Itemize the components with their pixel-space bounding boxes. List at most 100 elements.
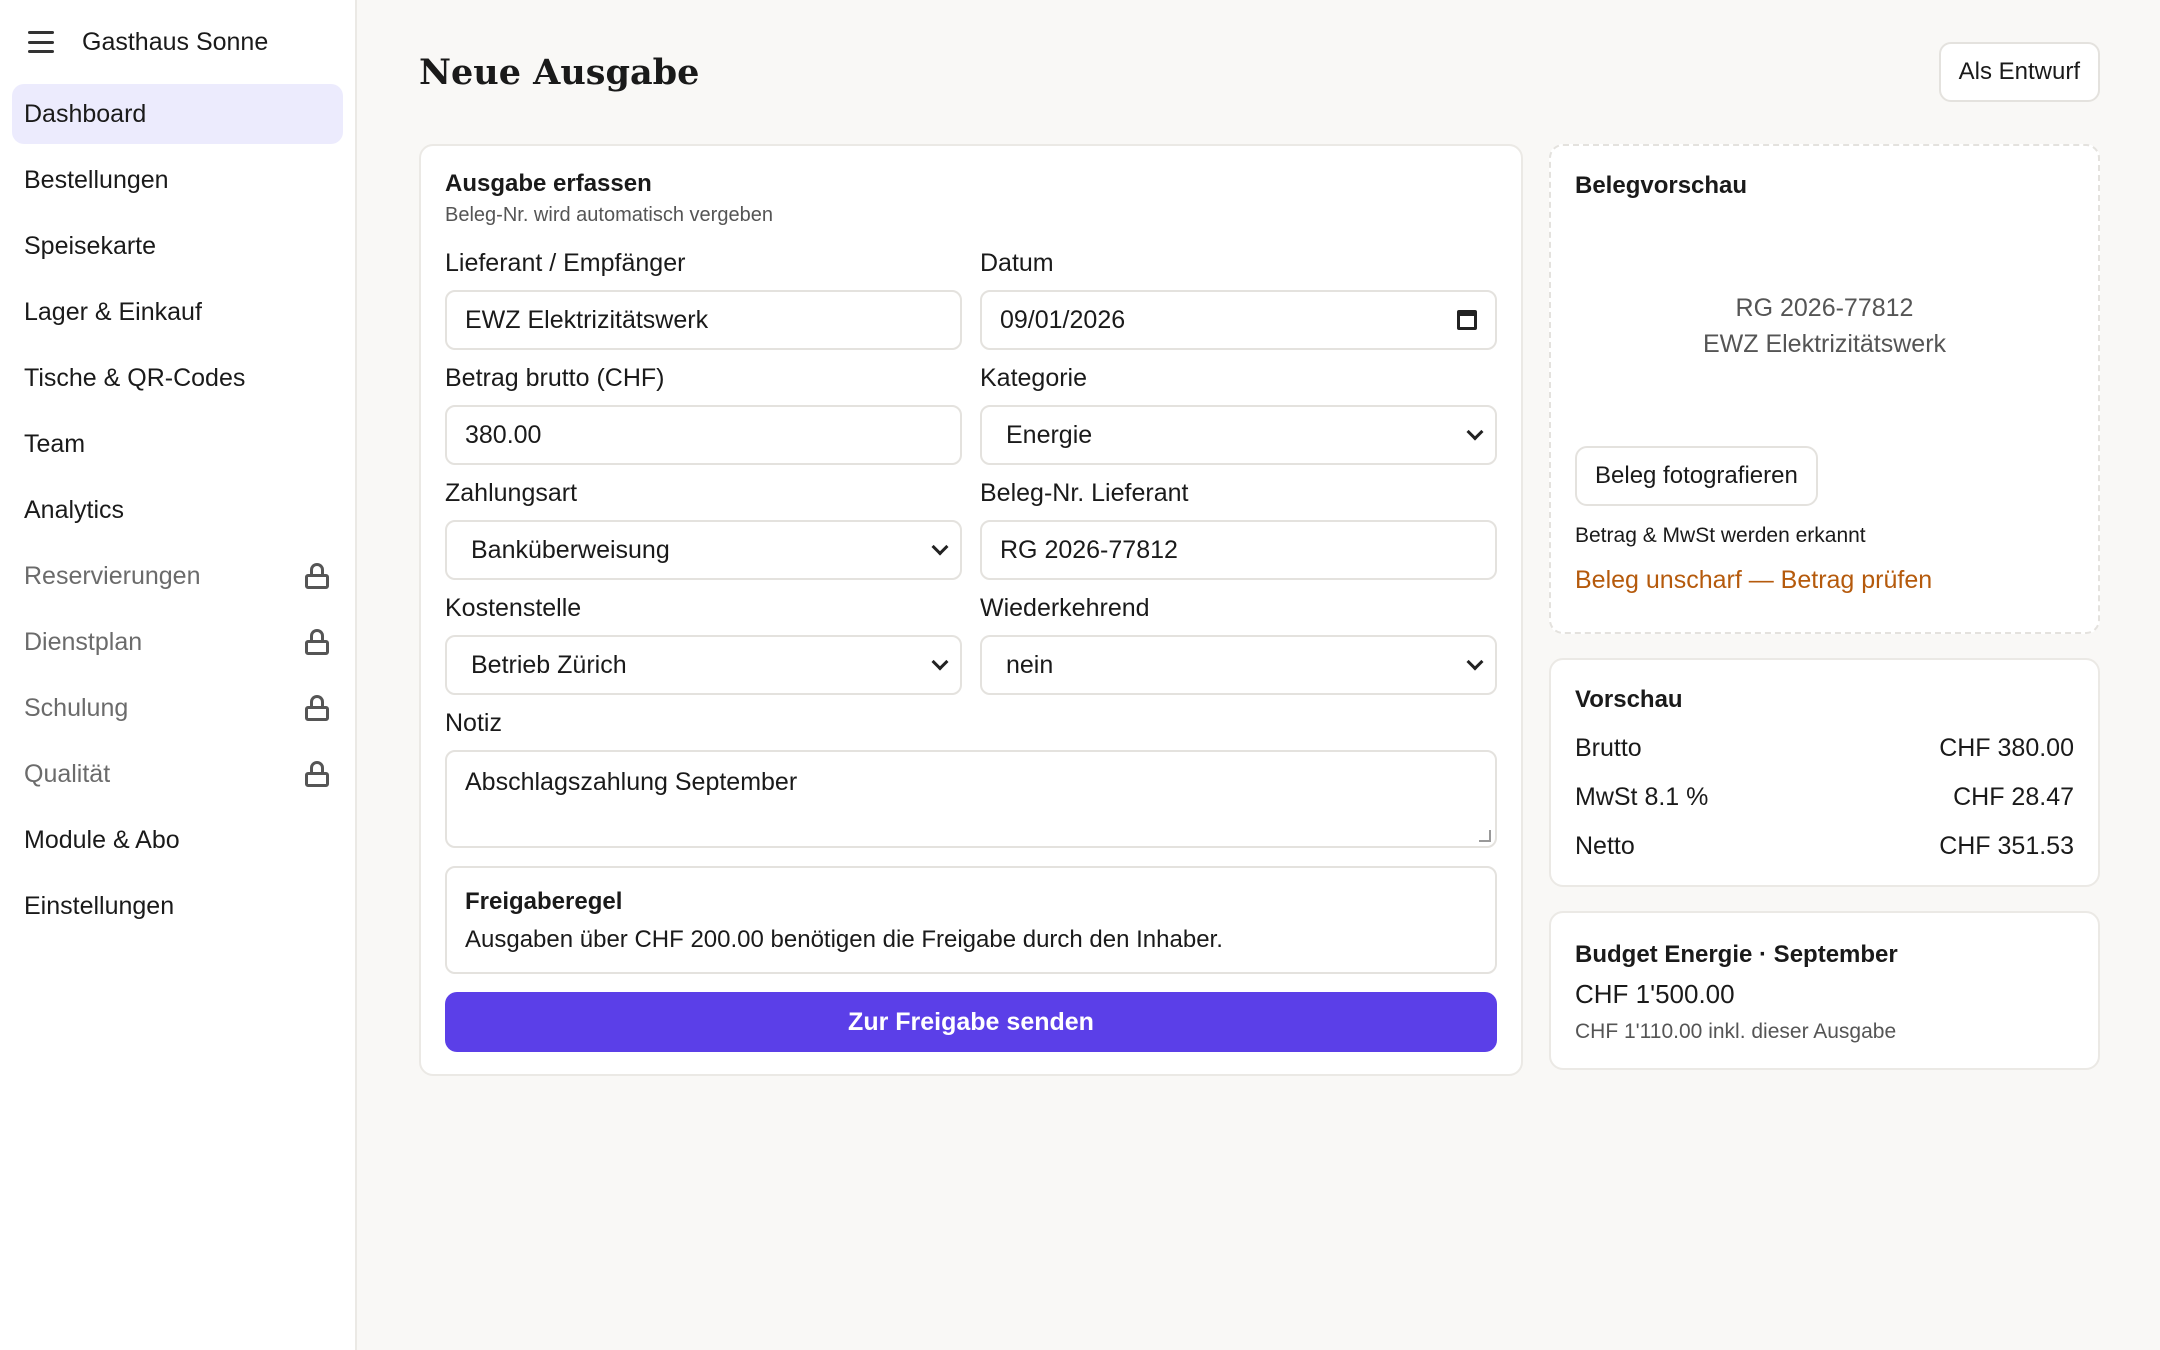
sidebar-item-dashboard[interactable]: Dashboard: [12, 84, 343, 144]
resize-handle-icon[interactable]: [1479, 830, 1491, 842]
supplier-label: Lieferant / Empfänger: [445, 249, 686, 277]
category-label: Kategorie: [980, 364, 1088, 392]
expense-form-card: Ausgabe erfassen Beleg-Nr. wird automati…: [419, 144, 1523, 1076]
category-select[interactable]: Energie: [980, 405, 1497, 465]
date-input[interactable]: 09/01/2026: [980, 290, 1497, 350]
sidebar-item-module[interactable]: Module & Abo: [12, 810, 343, 870]
note-value: Abschlagszahlung September: [465, 768, 798, 796]
receipt-value: RG 2026-77812: [1000, 535, 1178, 564]
receipt-preview-title: Belegvorschau: [1575, 172, 1748, 199]
page-title: Neue Ausgabe: [419, 51, 700, 93]
chevron-down-icon: [1466, 653, 1484, 671]
sidebar-item-label: Bestellungen: [24, 165, 169, 194]
receipt-label: Beleg-Nr. Lieferant: [980, 479, 1189, 507]
gross-label: Brutto: [1575, 734, 1642, 762]
ocr-hint: Betrag & MwSt werden erkannt: [1575, 524, 1866, 547]
receipt-doc-number: RG 2026-77812: [1735, 294, 1914, 322]
budget-amount: CHF 1'500.00: [1575, 979, 1735, 1009]
supplier-field-group: Lieferant / Empfänger EWZ Elektrizitätsw…: [445, 249, 962, 350]
summary-row-vat: MwSt 8.1 % CHF 28.47: [1575, 783, 2074, 812]
lock-icon: [305, 629, 329, 655]
summary-card: Vorschau Brutto CHF 380.00 MwSt 8.1 % CHF …: [1549, 658, 2100, 887]
submit-approval-button[interactable]: Zur Freigabe senden: [445, 992, 1497, 1052]
sidebar-item-label: Schulung: [24, 693, 129, 722]
receipt-preview-card: Belegvorschau RG 2026-77812 EWZ Elektriz…: [1549, 144, 2100, 634]
note-field-group: Notiz Abschlagszahlung September: [445, 709, 1497, 848]
sidebar-item-einstellungen[interactable]: Einstellungen: [12, 876, 343, 936]
sidebar-item-reservierungen[interactable]: Reservierungen: [12, 546, 343, 606]
approval-rule-box: Freigaberegel Ausgaben über CHF 200.00 b…: [445, 866, 1497, 974]
chevron-down-icon: [931, 653, 949, 671]
form-subtitle: Beleg-Nr. wird automatisch vergeben: [445, 204, 773, 226]
vat-label: MwSt 8.1 %: [1575, 783, 1709, 811]
costcenter-select[interactable]: Betrieb Zürich: [445, 635, 962, 695]
sidebar-item-dienstplan[interactable]: Dienstplan: [12, 612, 343, 672]
summary-title: Vorschau: [1575, 686, 1683, 713]
sidebar-item-speisekarte[interactable]: Speisekarte: [12, 216, 343, 276]
sidebar-item-label: Team: [24, 429, 86, 458]
receipt-preview-document: RG 2026-77812 EWZ Elektrizitätswerk: [1575, 290, 2074, 362]
sidebar-item-team[interactable]: Team: [12, 414, 343, 474]
sidebar-item-lager[interactable]: Lager & Einkauf: [12, 282, 343, 342]
payment-label: Zahlungsart: [445, 479, 578, 507]
side-column: Belegvorschau RG 2026-77812 EWZ Elektriz…: [1549, 144, 2100, 1070]
payment-select[interactable]: Banküberweisung: [445, 520, 962, 580]
vat-value: CHF 28.47: [1953, 783, 2074, 811]
category-field-group: Kategorie Energie: [980, 364, 1497, 465]
budget-sub: CHF 1'110.00 inkl. dieser Ausgabe: [1575, 1020, 1897, 1043]
budget-card: Budget Energie · September CHF 1'500.00 …: [1549, 911, 2100, 1070]
sidebar-item-label: Module & Abo: [24, 825, 180, 854]
app-root: Gasthaus Sonne Dashboard Bestellungen Sp…: [0, 0, 2160, 1350]
date-field-group: Datum 09/01/2026: [980, 249, 1497, 350]
calendar-icon[interactable]: [1457, 310, 1477, 330]
sidebar-item-qualitaet[interactable]: Qualität: [12, 744, 343, 804]
brand-name: Gasthaus Sonne: [82, 27, 269, 56]
main-content: Neue Ausgabe Als Entwurf Ausgabe erfasse…: [357, 0, 2160, 1350]
sidebar-item-tische[interactable]: Tische & QR-Codes: [12, 348, 343, 408]
supplier-value: EWZ Elektrizitätswerk: [465, 305, 709, 334]
recurring-select[interactable]: nein: [980, 635, 1497, 695]
sidebar-nav: Dashboard Bestellungen Speisekarte Lager…: [12, 84, 343, 936]
page-header: Neue Ausgabe Als Entwurf: [419, 0, 2100, 144]
sidebar-item-bestellungen[interactable]: Bestellungen: [12, 150, 343, 210]
receipt-field-group: Beleg-Nr. Lieferant RG 2026-77812: [980, 479, 1497, 580]
amount-label: Betrag brutto (CHF): [445, 364, 665, 392]
hamburger-menu-icon[interactable]: [28, 31, 54, 53]
category-value: Energie: [1006, 420, 1093, 449]
gross-value: CHF 380.00: [1939, 734, 2074, 762]
save-draft-button[interactable]: Als Entwurf: [1938, 42, 2100, 102]
summary-row-gross: Brutto CHF 380.00: [1575, 734, 2074, 763]
recurring-value: nein: [1006, 650, 1054, 679]
lock-icon: [305, 695, 329, 721]
net-label: Netto: [1575, 832, 1635, 860]
photograph-receipt-button[interactable]: Beleg fotografieren: [1575, 446, 1818, 506]
receipt-number-input[interactable]: RG 2026-77812: [980, 520, 1497, 580]
costcenter-label: Kostenstelle: [445, 594, 582, 622]
summary-row-net: Netto CHF 351.53: [1575, 832, 2074, 861]
date-label: Datum: [980, 249, 1054, 277]
sidebar-item-label: Dienstplan: [24, 627, 143, 656]
budget-title: Budget Energie · September: [1575, 941, 1898, 968]
sidebar-item-schulung[interactable]: Schulung: [12, 678, 343, 738]
note-label: Notiz: [445, 709, 502, 737]
costcenter-value: Betrieb Zürich: [471, 650, 627, 679]
amount-input[interactable]: 380.00: [445, 405, 962, 465]
blur-warning: Beleg unscharf — Betrag prüfen: [1575, 566, 1933, 594]
payment-field-group: Zahlungsart Banküberweisung: [445, 479, 962, 580]
rule-text: Ausgaben über CHF 200.00 benötigen die F…: [465, 926, 1223, 953]
supplier-input[interactable]: EWZ Elektrizitätswerk: [445, 290, 962, 350]
chevron-down-icon: [1466, 423, 1484, 441]
form-title: Ausgabe erfassen: [445, 170, 652, 197]
sidebar-item-label: Einstellungen: [24, 891, 175, 920]
note-textarea[interactable]: Abschlagszahlung September: [445, 750, 1497, 848]
sidebar: Gasthaus Sonne Dashboard Bestellungen Sp…: [0, 0, 357, 1350]
chevron-down-icon: [931, 538, 949, 556]
brand-header: Gasthaus Sonne: [12, 0, 343, 84]
sidebar-item-analytics[interactable]: Analytics: [12, 480, 343, 540]
sidebar-item-label: Lager & Einkauf: [24, 297, 202, 326]
sidebar-item-label: Dashboard: [24, 99, 147, 128]
sidebar-item-label: Qualität: [24, 759, 111, 788]
recurring-label: Wiederkehrend: [980, 594, 1150, 622]
lock-icon: [305, 761, 329, 787]
recurring-field-group: Wiederkehrend nein: [980, 594, 1497, 695]
